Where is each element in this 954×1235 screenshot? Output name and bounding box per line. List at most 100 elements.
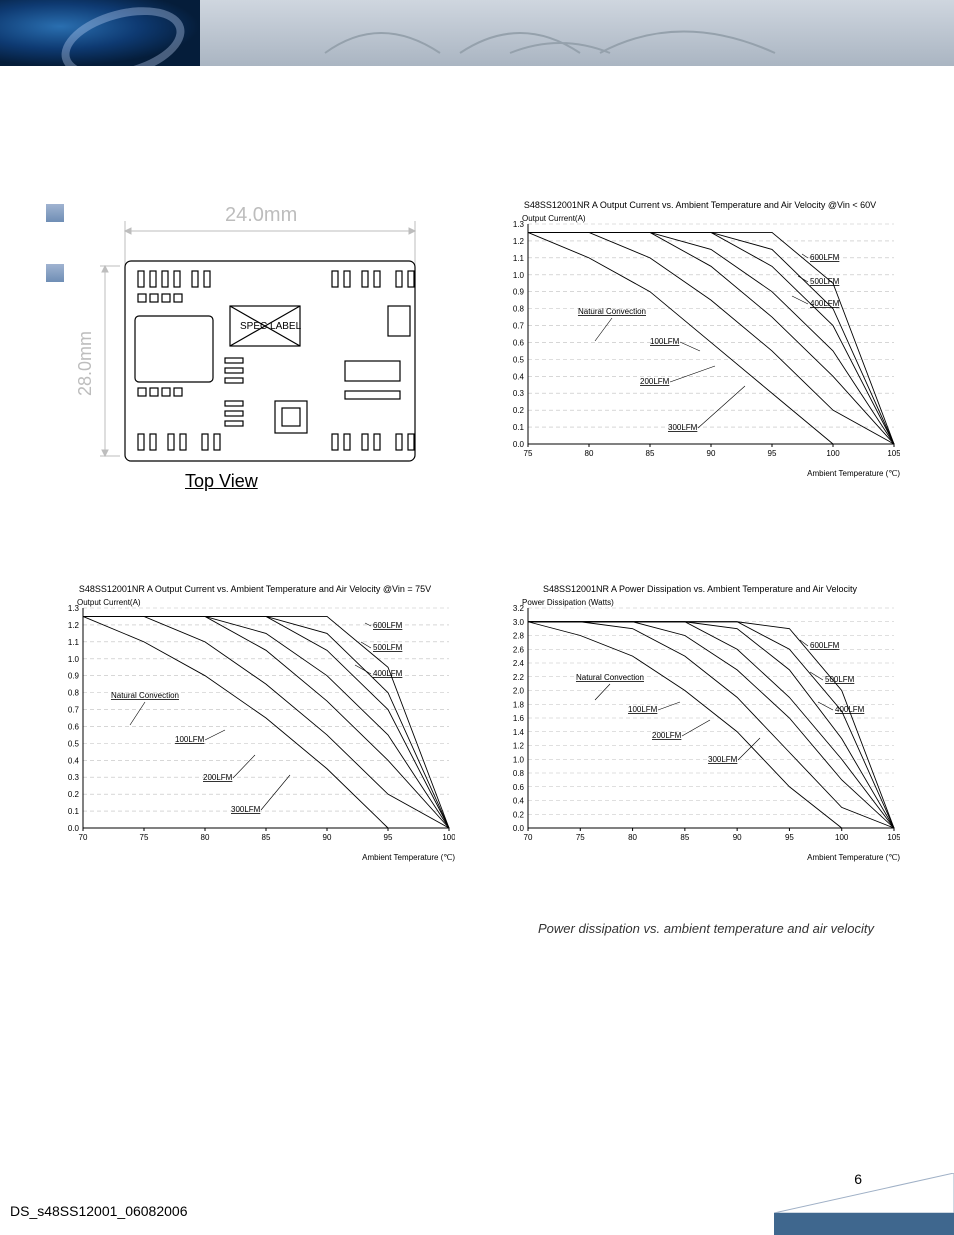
svg-text:500LFM: 500LFM	[810, 277, 840, 286]
svg-text:400LFM: 400LFM	[810, 299, 840, 308]
svg-text:600LFM: 600LFM	[810, 641, 840, 650]
dimension-height: 28.0mm	[75, 331, 96, 396]
svg-text:1.0: 1.0	[513, 755, 525, 764]
svg-text:500LFM: 500LFM	[825, 675, 855, 684]
svg-text:0.1: 0.1	[513, 423, 525, 432]
chart-title: S48SS12001NR A Power Dissipation vs. Amb…	[500, 584, 900, 594]
bullet-square-icon	[46, 264, 64, 282]
svg-text:1.0: 1.0	[513, 271, 525, 280]
chart-xlabel: Ambient Temperature (℃)	[807, 469, 900, 478]
svg-text:1.1: 1.1	[513, 254, 525, 263]
footer-triangle-icon	[774, 1173, 954, 1213]
chart-output-current-75v: S48SS12001NR A Output Current vs. Ambien…	[55, 590, 455, 860]
chart-power-dissipation: S48SS12001NR A Power Dissipation vs. Amb…	[500, 590, 900, 860]
chart-ylabel: Output Current(A)	[77, 598, 141, 607]
pcb-view-label: Top View	[185, 471, 258, 492]
svg-text:2.0: 2.0	[513, 687, 525, 696]
svg-text:200LFM: 200LFM	[652, 731, 682, 740]
svg-text:1.0: 1.0	[68, 655, 80, 664]
svg-text:0.3: 0.3	[513, 389, 525, 398]
svg-text:105: 105	[887, 833, 900, 842]
svg-text:0.8: 0.8	[513, 769, 525, 778]
svg-text:2.2: 2.2	[513, 673, 525, 682]
svg-text:1.2: 1.2	[513, 742, 525, 751]
svg-text:0.1: 0.1	[68, 807, 80, 816]
svg-text:0.6: 0.6	[513, 338, 525, 347]
svg-text:0.2: 0.2	[513, 810, 525, 819]
svg-text:90: 90	[733, 833, 742, 842]
svg-text:0.4: 0.4	[513, 797, 525, 806]
header-swirl-image	[0, 0, 200, 66]
svg-text:Natural Convection: Natural Convection	[578, 307, 646, 316]
footer-bar	[774, 1213, 954, 1235]
chart-xlabel: Ambient Temperature (℃)	[362, 853, 455, 862]
svg-text:85: 85	[262, 833, 271, 842]
svg-text:2.6: 2.6	[513, 645, 525, 654]
svg-text:0.8: 0.8	[68, 689, 80, 698]
svg-text:90: 90	[323, 833, 332, 842]
svg-text:85: 85	[680, 833, 689, 842]
svg-text:0.0: 0.0	[513, 824, 525, 833]
svg-text:100: 100	[442, 833, 455, 842]
svg-text:0.3: 0.3	[68, 773, 80, 782]
svg-text:0.2: 0.2	[513, 406, 525, 415]
svg-text:70: 70	[524, 833, 533, 842]
svg-text:0.6: 0.6	[513, 783, 525, 792]
svg-text:1.4: 1.4	[513, 728, 525, 737]
svg-text:80: 80	[585, 449, 594, 458]
svg-text:80: 80	[628, 833, 637, 842]
svg-text:0.7: 0.7	[513, 322, 525, 331]
svg-text:95: 95	[785, 833, 794, 842]
svg-text:1.6: 1.6	[513, 714, 525, 723]
svg-text:70: 70	[79, 833, 88, 842]
svg-text:0.8: 0.8	[513, 305, 525, 314]
svg-text:95: 95	[384, 833, 393, 842]
svg-text:400LFM: 400LFM	[373, 669, 403, 678]
page-header	[0, 0, 954, 66]
svg-text:100LFM: 100LFM	[628, 705, 658, 714]
svg-text:2.4: 2.4	[513, 659, 525, 668]
pcb-top-view-diagram: SPEC LABEL	[100, 206, 440, 466]
spec-label-text: SPEC LABEL	[240, 321, 302, 332]
svg-text:200LFM: 200LFM	[640, 377, 670, 386]
bullet-square-icon	[46, 204, 64, 222]
svg-text:100LFM: 100LFM	[650, 337, 680, 346]
svg-text:0.0: 0.0	[68, 824, 80, 833]
svg-text:0.9: 0.9	[513, 288, 525, 297]
header-outline-icon	[320, 8, 920, 58]
svg-text:95: 95	[768, 449, 777, 458]
chart-ylabel: Power Dissipation (Watts)	[522, 598, 614, 607]
svg-text:Natural Convection: Natural Convection	[111, 691, 179, 700]
svg-text:0.2: 0.2	[68, 790, 80, 799]
svg-text:3.0: 3.0	[513, 618, 525, 627]
svg-text:90: 90	[707, 449, 716, 458]
svg-text:300LFM: 300LFM	[708, 755, 738, 764]
svg-text:1.1: 1.1	[68, 638, 80, 647]
chart-title: S48SS12001NR A Output Current vs. Ambien…	[55, 584, 455, 594]
svg-text:0.4: 0.4	[68, 756, 80, 765]
svg-text:80: 80	[201, 833, 210, 842]
svg-text:0.6: 0.6	[68, 722, 80, 731]
svg-text:105: 105	[887, 449, 900, 458]
svg-text:75: 75	[576, 833, 585, 842]
chart-caption: Power dissipation vs. ambient temperatur…	[493, 921, 893, 936]
svg-text:0.4: 0.4	[513, 372, 525, 381]
svg-text:200LFM: 200LFM	[203, 773, 233, 782]
svg-text:600LFM: 600LFM	[810, 253, 840, 262]
chart-ylabel: Output Current(A)	[522, 214, 586, 223]
svg-text:300LFM: 300LFM	[668, 423, 698, 432]
svg-text:2.8: 2.8	[513, 632, 525, 641]
svg-text:0.9: 0.9	[68, 672, 80, 681]
chart-title: S48SS12001NR A Output Current vs. Ambien…	[500, 200, 900, 210]
svg-text:1.2: 1.2	[513, 237, 525, 246]
svg-text:100LFM: 100LFM	[175, 735, 205, 744]
svg-text:100: 100	[835, 833, 849, 842]
svg-text:300LFM: 300LFM	[231, 805, 261, 814]
svg-text:85: 85	[646, 449, 655, 458]
chart-output-current-60v: S48SS12001NR A Output Current vs. Ambien…	[500, 206, 900, 476]
svg-text:75: 75	[524, 449, 533, 458]
svg-text:400LFM: 400LFM	[835, 705, 865, 714]
svg-text:0.5: 0.5	[68, 739, 80, 748]
svg-text:100: 100	[826, 449, 840, 458]
svg-text:0.0: 0.0	[513, 440, 525, 449]
